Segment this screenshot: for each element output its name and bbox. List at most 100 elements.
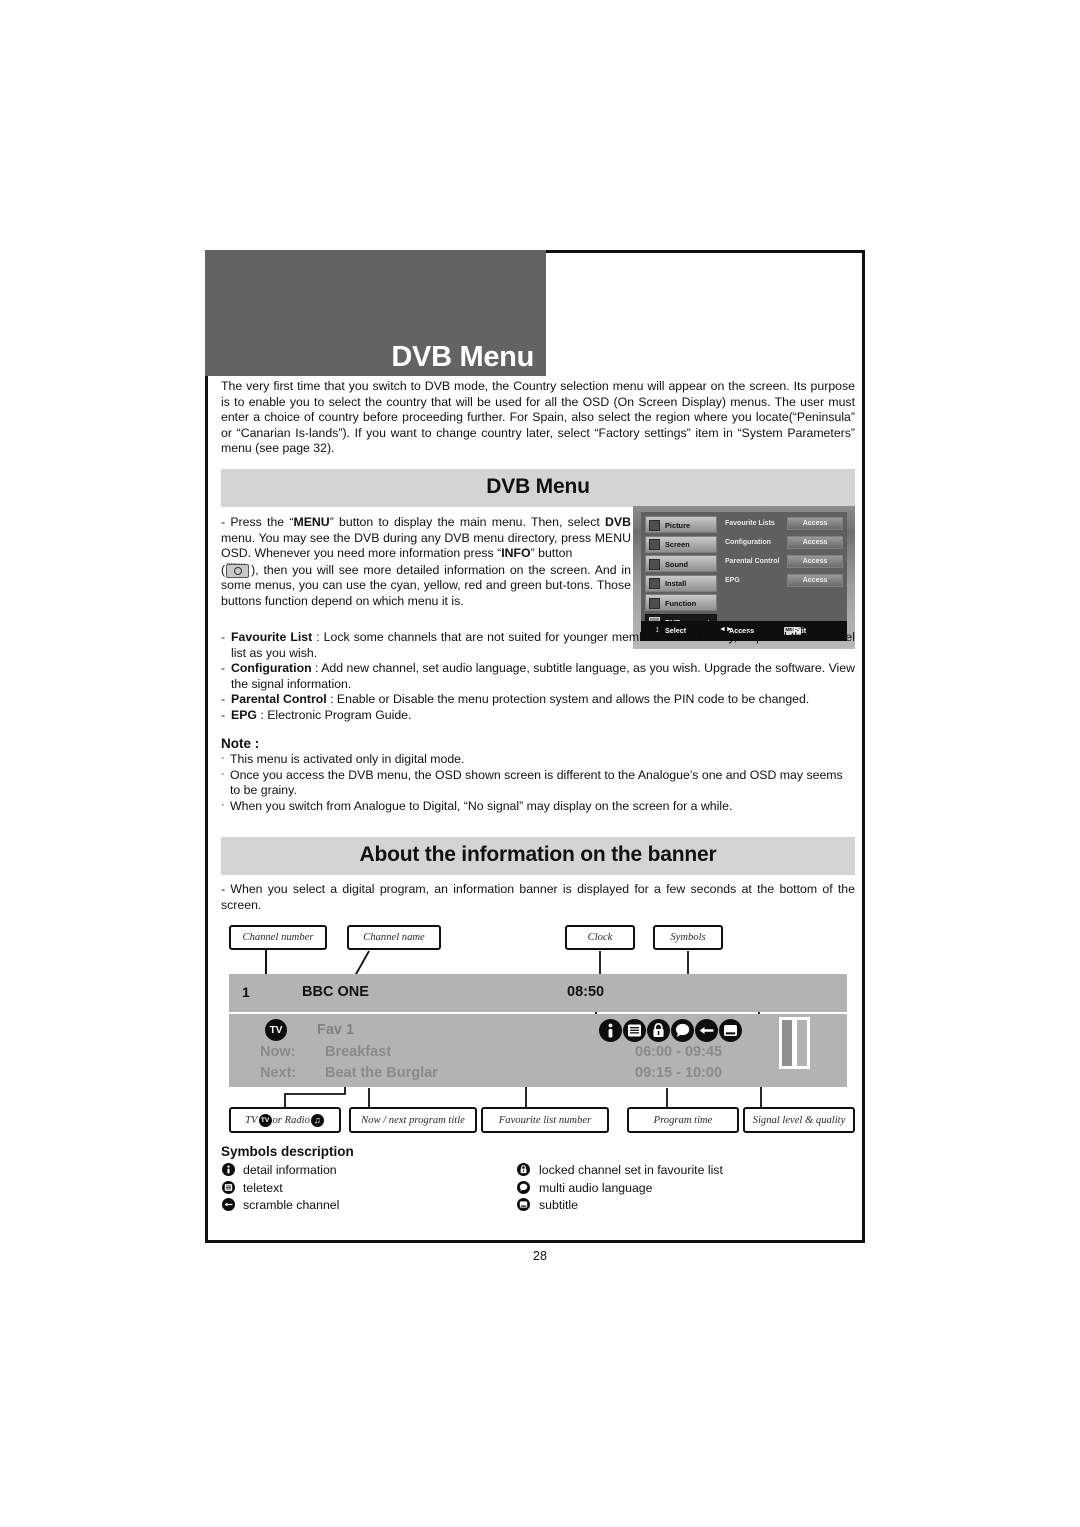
page-title: DVB Menu: [391, 341, 534, 373]
osd-menu-item-screen[interactable]: Screen: [645, 535, 717, 553]
note-title: Note :: [221, 736, 260, 751]
banner-diagram: Channel number Channel name Clock Symbol…: [221, 925, 855, 1140]
teletext-icon: [222, 1180, 235, 1194]
screen-icon: [649, 539, 660, 550]
signal-level-meter: [779, 1017, 810, 1069]
list-item: - EPG : Electronic Program Guide.: [221, 708, 855, 724]
banner-next-time: 09:15 - 10:00: [635, 1065, 723, 1081]
banner-channel-name: BBC ONE: [302, 984, 369, 1000]
symbol-legend-label: scramble channel: [243, 1198, 340, 1212]
list-item-separator: :: [312, 630, 324, 644]
access-button[interactable]: Access: [787, 517, 843, 530]
note-bullet-text: Once you access the DVB menu, the OSD sh…: [230, 767, 843, 798]
note-block: Note : · This menu is activated only in …: [221, 736, 855, 814]
intro-paragraph: The very first time that you switch to D…: [221, 379, 855, 457]
callout-tv-or-radio: TV TV or Radio ♫: [229, 1107, 341, 1133]
list-item: - Configuration : Add new channel, set a…: [221, 661, 855, 692]
sound-icon: [649, 558, 660, 570]
signal-level-bar: [782, 1020, 792, 1066]
osd-menu-label: Install: [665, 579, 687, 588]
press-menu-paragraph: - Press the “MENU” button to display the…: [221, 515, 631, 610]
dvb-feature-list: - Favourite List : Lock some channels th…: [221, 630, 855, 724]
note-bullet-text: This menu is activated only in digital m…: [230, 752, 465, 766]
osd-inner-panel: Picture Screen Sound Install Function Fa…: [641, 512, 847, 641]
list-item-desc: Enable or Disable the menu protection sy…: [336, 692, 810, 707]
osd-menu-mockup: Picture Screen Sound Install Function Fa…: [633, 506, 855, 649]
banner-channel-number: 1: [242, 984, 250, 1000]
symbol-legend-row: teletext multi audio language: [221, 1180, 855, 1198]
info-keyword: INFO: [501, 546, 531, 561]
osd-menu-item-picture[interactable]: Picture: [645, 516, 717, 533]
osd-menu-item-sound[interactable]: Sound: [645, 555, 717, 572]
callout-now-next-title: Now / next program title: [349, 1107, 477, 1133]
note-bullet-text: When you switch from Analogue to Digital…: [230, 798, 733, 813]
banner-next-title: Beat the Burglar: [325, 1065, 438, 1081]
page-number: 28: [533, 1249, 547, 1263]
install-icon: [649, 578, 660, 589]
access-button[interactable]: Access: [787, 574, 843, 587]
info-banner-top-row: 1 BBC ONE 08:50: [229, 974, 847, 1012]
list-item: - Parental Control : Enable or Disable t…: [221, 692, 855, 708]
dash-marker: -: [221, 707, 226, 722]
symbols-description-title: Symbols description: [221, 1144, 354, 1159]
audio-bubble-icon: [517, 1180, 530, 1194]
note-bullet: · This menu is activated only in digital…: [221, 752, 855, 768]
osd-subitem-label: Parental Control: [725, 558, 780, 565]
osd-subitem-favourite-lists[interactable]: Favourite Lists Access: [725, 517, 843, 534]
radio-badge-icon: ♫: [310, 1113, 324, 1127]
banner-intro-paragraph: - When you select a digital program, an …: [221, 882, 855, 912]
access-button[interactable]: Access: [787, 555, 843, 568]
dash-marker: -: [221, 692, 226, 707]
osd-menu-label: Screen: [665, 540, 690, 549]
callout-symbols: Symbols: [653, 925, 723, 950]
note-bullet: · When you switch from Analogue to Digit…: [221, 799, 855, 815]
list-item-term: EPG: [231, 707, 257, 722]
banner-now-label: Now:: [260, 1044, 296, 1060]
callout-channel-number: Channel number: [229, 925, 327, 950]
bullet-dot-icon: ·: [221, 767, 225, 780]
banner-now-time: 06:00 - 09:45: [635, 1044, 723, 1060]
press-menu-part2: ” button to display the main menu. Then,…: [329, 515, 606, 529]
function-icon: [649, 597, 660, 609]
list-item-term: Parental Control: [231, 692, 327, 707]
tv-mode-icon: TV: [265, 1019, 287, 1041]
list-item-term: Favourite List: [231, 630, 313, 644]
info-icon: [599, 1019, 622, 1042]
osd-subitem-parental-control[interactable]: Parental Control Access: [725, 555, 843, 572]
osd-subitem-configuration[interactable]: Configuration Access: [725, 536, 843, 553]
section-heading-banner: About the information on the banner: [221, 837, 855, 875]
osd-menu-item-function[interactable]: Function: [645, 594, 717, 611]
list-item-desc: Electronic Program Guide.: [267, 707, 412, 722]
bullet-dot-icon: ·: [221, 798, 225, 811]
signal-quality-bar: [797, 1020, 807, 1066]
recall-button-glyph: RECALL: [225, 562, 251, 578]
audio-bubble-icon: [671, 1019, 694, 1042]
lock-icon: [517, 1163, 530, 1176]
callout-radio-text: or Radio: [272, 1114, 310, 1126]
intro-text: The very first time that you switch to D…: [221, 379, 855, 456]
note-bullet: · Once you access the DVB menu, the OSD …: [221, 768, 855, 799]
osd-menu-item-install[interactable]: Install: [645, 574, 717, 592]
osd-menu-label: Picture: [665, 520, 691, 530]
list-item: - Favourite List : Lock some channels th…: [221, 630, 855, 661]
info-icon: [222, 1163, 235, 1176]
access-button[interactable]: Access: [787, 536, 843, 549]
dash-marker: -: [221, 661, 226, 676]
list-item-term: Configuration: [231, 661, 312, 676]
subtitle-icon: [517, 1198, 530, 1211]
picture-icon: [649, 519, 660, 531]
press-menu-part4: ” button: [530, 546, 573, 561]
symbol-legend-row: scramble channel subtitle: [221, 1197, 855, 1215]
symbol-legend-label: subtitle: [539, 1198, 578, 1212]
list-item-separator: :: [326, 692, 337, 707]
osd-subitem-epg[interactable]: EPG Access: [725, 574, 843, 591]
banner-clock: 08:50: [567, 984, 605, 1000]
callout-signal-level: Signal level & quality: [743, 1107, 855, 1133]
callout-program-time: Program time: [627, 1107, 739, 1133]
osd-subitem-label: Configuration: [725, 539, 771, 546]
press-menu-part6: ), then you will see more detailed infor…: [221, 562, 631, 608]
banner-now-title: Breakfast: [325, 1044, 392, 1060]
banner-next-label: Next:: [260, 1065, 297, 1081]
osd-subitem-label: Favourite Lists: [725, 520, 775, 527]
callout-clock: Clock: [565, 925, 635, 950]
